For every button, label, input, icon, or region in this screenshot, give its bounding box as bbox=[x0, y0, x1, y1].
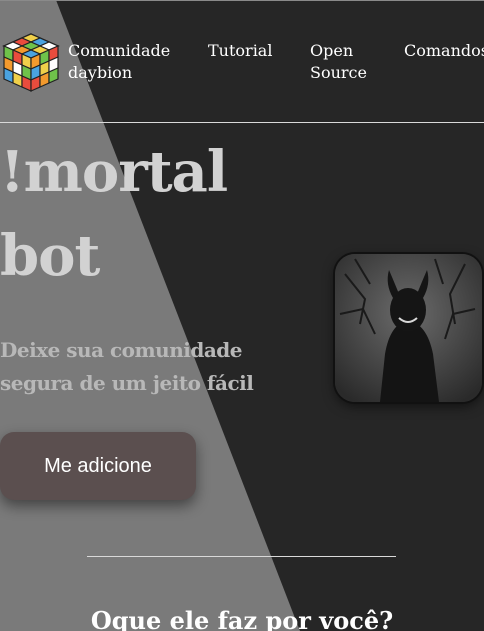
section-divider bbox=[87, 556, 396, 557]
nav-item-open-source[interactable]: Open Source bbox=[310, 40, 367, 84]
top-border bbox=[0, 0, 484, 1]
nav-item-comunidade[interactable]: Comunidade daybion bbox=[68, 40, 170, 84]
nav-item-comandos[interactable]: Comandos bbox=[404, 40, 484, 62]
bot-avatar-image bbox=[335, 254, 482, 402]
nav-divider bbox=[0, 122, 484, 123]
nav-item-tutorial[interactable]: Tutorial bbox=[208, 40, 272, 62]
section-title: Oque ele faz por você? bbox=[90, 606, 394, 631]
rubiks-cube-icon[interactable] bbox=[0, 32, 62, 94]
hero-subtitle: Deixe sua comunidade segura de um jeito … bbox=[0, 338, 254, 395]
hero-title: !mortal bot bbox=[0, 139, 228, 289]
add-bot-button[interactable]: Me adicione bbox=[0, 432, 196, 500]
